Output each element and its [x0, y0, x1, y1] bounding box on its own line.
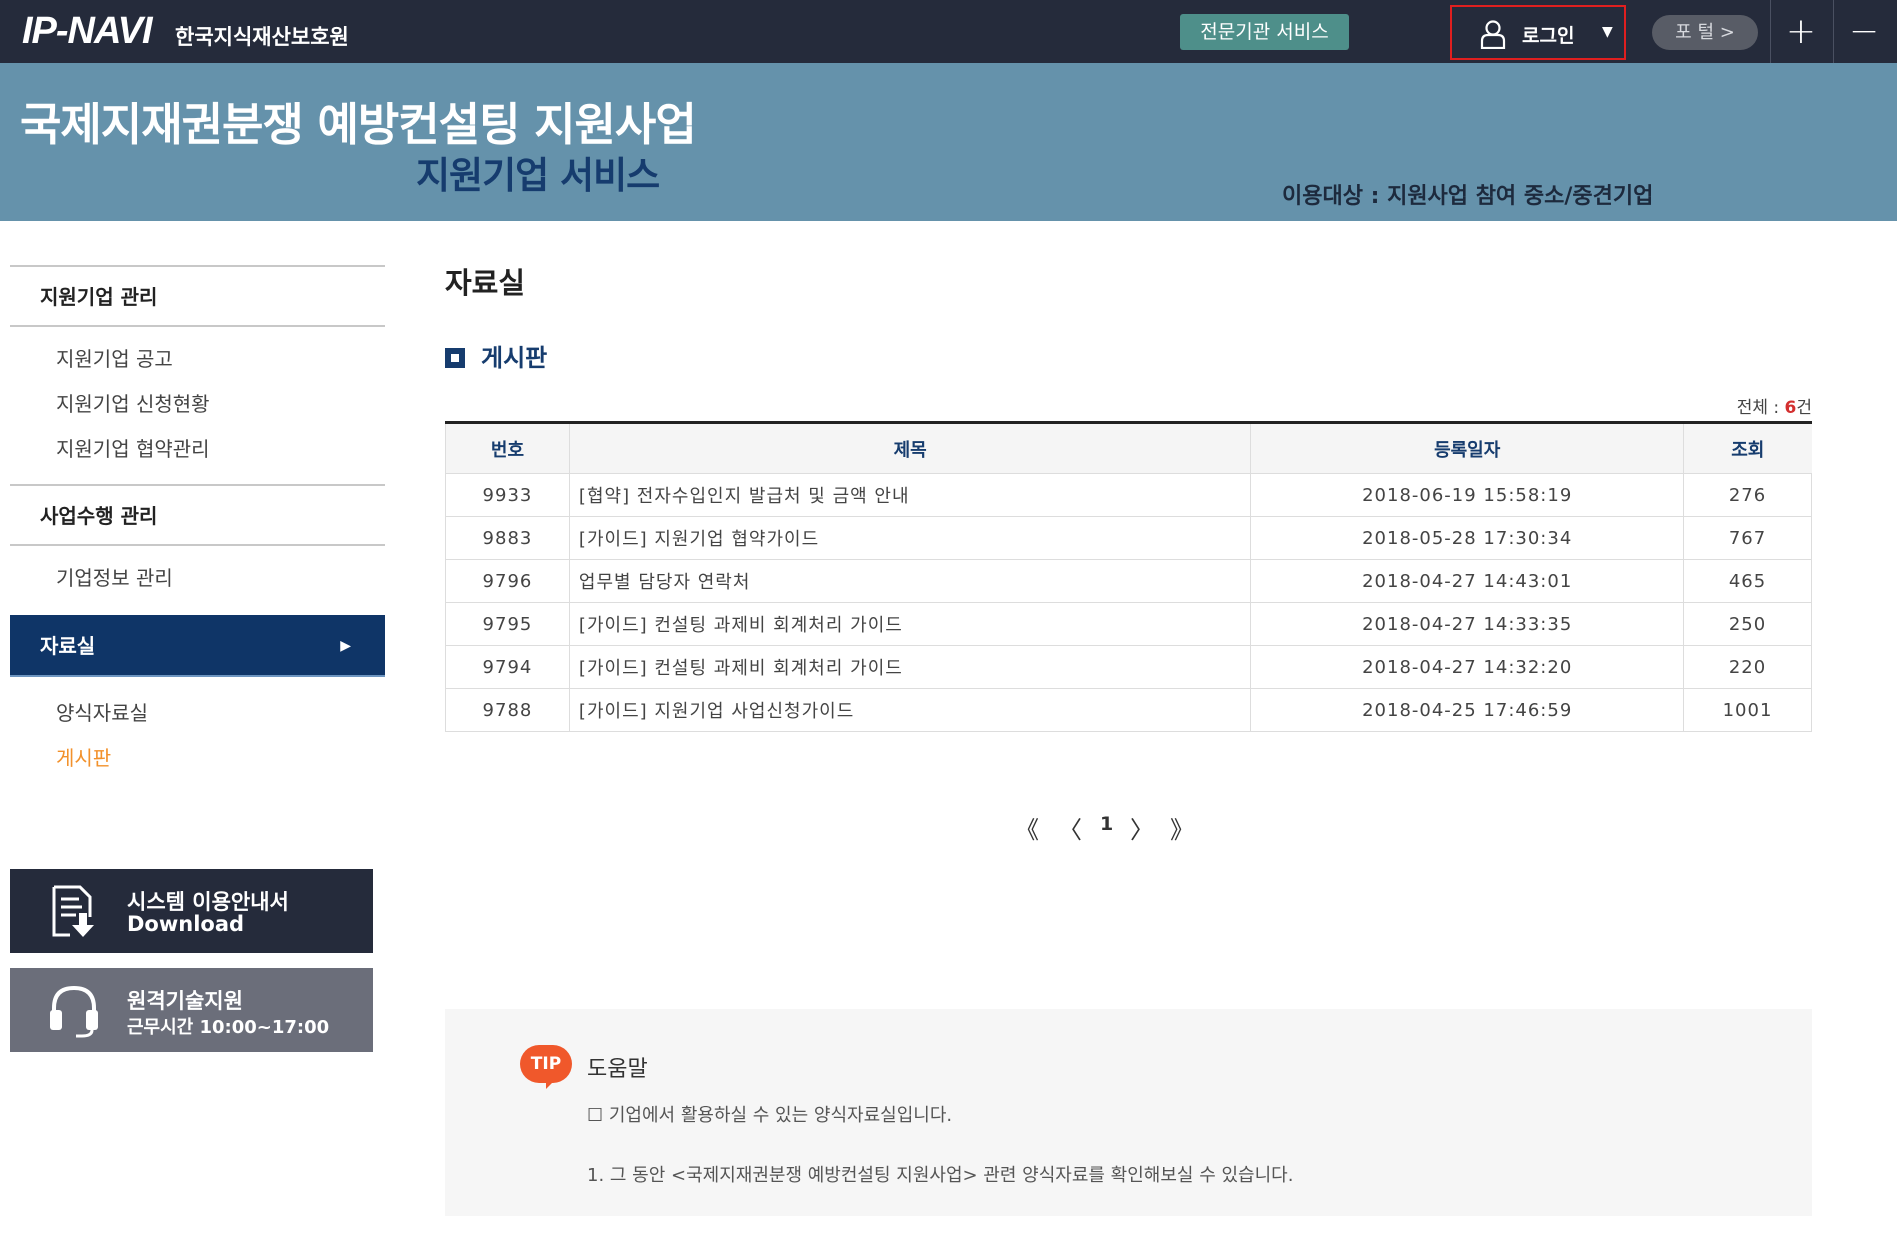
row-date: 2018-04-27 14:43:01: [1250, 559, 1685, 603]
row-date: 2018-05-28 17:30:34: [1250, 516, 1685, 560]
sidebar-item-application-status[interactable]: 지원기업 신청현황: [10, 382, 385, 427]
support-hours: 근무시간 10:00~17:00: [127, 1017, 330, 1038]
column-header-views: 조회: [1683, 421, 1812, 474]
sidebar-group-archive-label: 자료실: [40, 634, 96, 658]
remote-support-button[interactable]: 원격기술지원 근무시간 10:00~17:00: [10, 968, 373, 1052]
row-date: 2018-04-25 17:46:59: [1250, 688, 1685, 732]
manual-download-button[interactable]: 시스템 이용안내서 Download: [10, 869, 373, 953]
page-number-1[interactable]: 1: [1100, 813, 1113, 835]
row-date: 2018-04-27 14:32:20: [1250, 645, 1685, 689]
first-page-icon[interactable]: 《: [1015, 810, 1039, 845]
row-date: 2018-06-19 15:58:19: [1250, 473, 1685, 517]
row-number: 9933: [445, 473, 570, 517]
help-title: 도움말: [587, 1057, 648, 1082]
tip-badge: TIP: [520, 1045, 572, 1089]
sidebar-item-notice[interactable]: 지원기업 공고: [10, 337, 385, 382]
banner-target-audience: 이용대상 : 지원사업 참여 중소/중견기업: [1282, 184, 1654, 209]
sidebar-item-company-info[interactable]: 기업정보 관리: [10, 556, 385, 601]
board-table: 번호 제목 등록일자 조회 9933 [협약] 전자수입인지 발급처 및 금액 …: [445, 421, 1812, 732]
next-page-icon[interactable]: 〉: [1130, 810, 1154, 845]
row-number: 9794: [445, 645, 570, 689]
section-title: 게시판: [445, 338, 547, 373]
banner-subtitle: 지원기업 서비스: [416, 154, 660, 197]
row-views: 250: [1683, 602, 1812, 646]
table-row[interactable]: 9795 [가이드] 컨설팅 과제비 회계처리 가이드 2018-04-27 1…: [445, 602, 1812, 646]
headset-icon: [50, 985, 98, 1038]
total-number: 6: [1784, 398, 1797, 418]
table-row[interactable]: 9933 [협약] 전자수입인지 발급처 및 금액 안내 2018-06-19 …: [445, 473, 1812, 517]
expert-service-button[interactable]: 전문기관 서비스: [1180, 14, 1349, 50]
row-title-link[interactable]: [가이드] 지원기업 사업신청가이드: [568, 688, 1252, 732]
section-title-label: 게시판: [481, 344, 548, 372]
column-header-number: 번호: [445, 421, 570, 474]
row-title-link[interactable]: [협약] 전자수입인지 발급처 및 금액 안내: [568, 473, 1252, 517]
table-row[interactable]: 9794 [가이드] 컨설팅 과제비 회계처리 가이드 2018-04-27 1…: [445, 645, 1812, 689]
row-number: 9788: [445, 688, 570, 732]
page-title: 자료실: [445, 266, 526, 300]
user-icon: [1480, 20, 1506, 49]
row-title-link[interactable]: [가이드] 지원기업 협약가이드: [568, 516, 1252, 560]
logo[interactable]: IP-NAVI: [22, 10, 153, 53]
square-bullet-icon: [445, 348, 465, 368]
top-bar: IP-NAVI 한국지식재산보호원 전문기관 서비스 로그인 ▼ 포 털 > +…: [0, 0, 1897, 63]
banner: 국제지재권분쟁 예방컨설팅 지원사업 지원기업 서비스 이용대상 : 지원사업 …: [0, 63, 1897, 221]
document-download-icon: [52, 885, 94, 937]
row-views: 276: [1683, 473, 1812, 517]
help-text-line1: ☐ 기업에서 활용하실 수 있는 양식자료실입니다.: [587, 1105, 953, 1126]
row-title-link[interactable]: [가이드] 컨설팅 과제비 회계처리 가이드: [568, 645, 1252, 689]
row-number: 9795: [445, 602, 570, 646]
remote-support-label: 원격기술지원: [127, 989, 243, 1013]
table-row[interactable]: 9796 업무별 담당자 연락처 2018-04-27 14:43:01 465: [445, 559, 1812, 603]
sidebar-item-board[interactable]: 게시판: [10, 736, 385, 781]
sidebar-group-project-management[interactable]: 사업수행 관리: [10, 484, 385, 546]
prev-page-icon[interactable]: 〈: [1058, 810, 1082, 845]
sidebar-item-agreement[interactable]: 지원기업 협약관리: [10, 427, 385, 472]
row-title-link[interactable]: 업무별 담당자 연락처: [568, 559, 1252, 603]
portal-button[interactable]: 포 털 >: [1652, 15, 1758, 50]
row-number: 9883: [445, 516, 570, 560]
chevron-down-icon: ▼: [1602, 24, 1613, 40]
minus-icon[interactable]: −: [1834, 0, 1894, 63]
chevron-right-icon: ▶: [340, 638, 351, 654]
table-header-row: 번호 제목 등록일자 조회: [445, 421, 1812, 474]
login-label: 로그인: [1522, 25, 1575, 47]
sidebar-item-forms[interactable]: 양식자료실: [10, 691, 385, 736]
table-row[interactable]: 9883 [가이드] 지원기업 협약가이드 2018-05-28 17:30:3…: [445, 516, 1812, 560]
row-title-link[interactable]: [가이드] 컨설팅 과제비 회계처리 가이드: [568, 602, 1252, 646]
row-views: 465: [1683, 559, 1812, 603]
banner-title: 국제지재권분쟁 예방컨설팅 지원사업: [20, 98, 697, 151]
sidebar-group-archive[interactable]: 자료실 ▶: [10, 615, 385, 677]
pagination: 《 〈 1 〉 》: [1010, 810, 1210, 844]
help-box: TIP 도움말 ☐ 기업에서 활용하실 수 있는 양식자료실입니다. 1. 그 …: [445, 1009, 1812, 1216]
row-views: 220: [1683, 645, 1812, 689]
total-label: 전체 :: [1736, 398, 1785, 418]
row-views: 1001: [1683, 688, 1812, 732]
row-views: 767: [1683, 516, 1812, 560]
row-date: 2018-04-27 14:33:35: [1250, 602, 1685, 646]
last-page-icon[interactable]: 》: [1170, 810, 1194, 845]
organization-name: 한국지식재산보호원: [175, 25, 349, 49]
manual-download-label: Download: [127, 912, 245, 936]
column-header-date: 등록일자: [1250, 421, 1684, 474]
login-button[interactable]: 로그인 ▼: [1450, 5, 1626, 60]
column-header-title: 제목: [568, 421, 1251, 474]
sidebar-group-company-management[interactable]: 지원기업 관리: [10, 265, 385, 327]
row-number: 9796: [445, 559, 570, 603]
table-row[interactable]: 9788 [가이드] 지원기업 사업신청가이드 2018-04-25 17:46…: [445, 688, 1812, 732]
total-unit: 건: [1796, 398, 1812, 418]
total-count: 전체 : 6건: [1737, 393, 1812, 418]
help-text-line2: 1. 그 동안 <국제지재권분쟁 예방컨설팅 지원사업> 관련 양식자료를 확인…: [587, 1165, 1294, 1186]
sidebar: 지원기업 관리 지원기업 공고 지원기업 신청현황 지원기업 협약관리 사업수행…: [10, 265, 385, 781]
plus-icon[interactable]: +: [1771, 0, 1831, 63]
